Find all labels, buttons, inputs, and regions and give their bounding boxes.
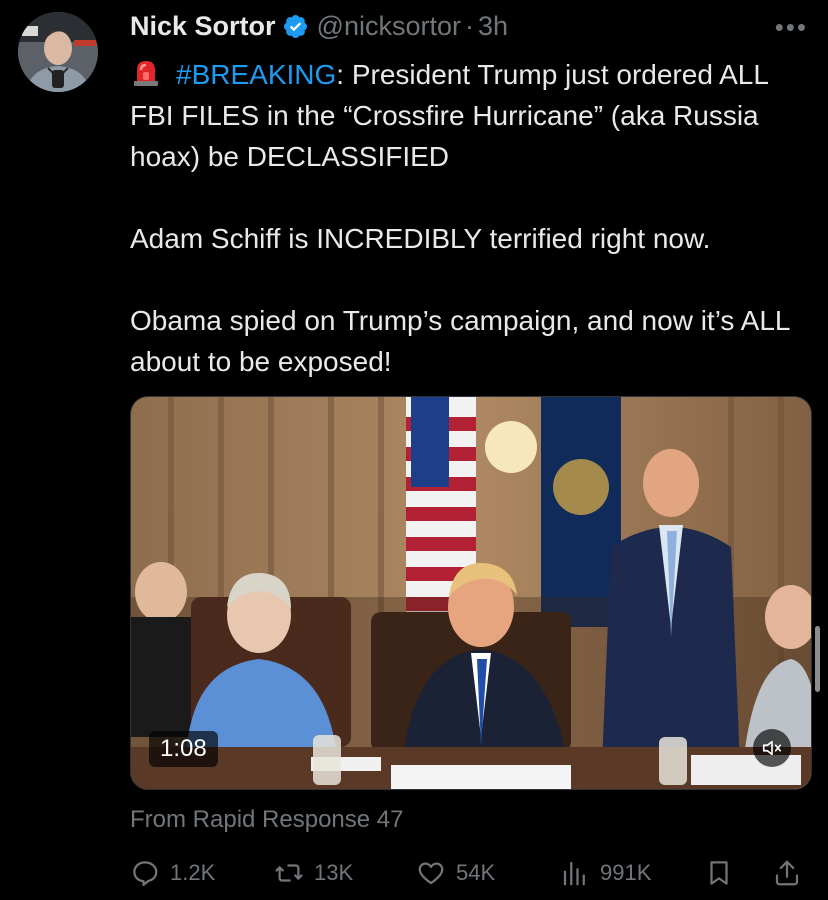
hashtag-breaking[interactable]: #BREAKING (176, 59, 336, 90)
more-options-icon[interactable]: ••• (775, 12, 808, 43)
repost-button[interactable]: 13K (274, 850, 353, 896)
scrollbar-thumb[interactable] (815, 626, 820, 692)
reply-count: 1.2K (170, 860, 216, 885)
video-duration: 1:08 (149, 731, 218, 767)
source-attribution[interactable]: From Rapid Response 47 (130, 806, 403, 834)
video-player[interactable]: 1:08 (130, 396, 812, 790)
share-button[interactable] (772, 850, 802, 896)
reply-button[interactable]: 1.2K (130, 850, 215, 896)
views-chart-icon (563, 861, 585, 886)
separator-dot: · (465, 10, 474, 41)
handle[interactable]: @nicksortor (317, 11, 461, 42)
tweet-paragraph-2: Adam Schiff is INCREDIBLY terrified righ… (130, 223, 711, 254)
bookmark-icon (710, 861, 728, 885)
reply-icon (133, 861, 158, 886)
tweet-text: #BREAKING: President Trump just ordered … (130, 54, 810, 423)
siren-icon (134, 61, 158, 86)
tweet: Nick Sortor @nicksortor · 3h ••• #BREAKI… (0, 0, 828, 900)
repost-count: 13K (314, 860, 354, 885)
tweet-paragraph-1: #BREAKING: President Trump just ordered … (130, 54, 810, 177)
heart-icon (418, 862, 444, 885)
view-count: 991K (600, 860, 652, 885)
speaker-muted-glyph (762, 740, 782, 756)
action-bar: 1.2K 13K 54K 991K (130, 850, 810, 896)
avatar-image (18, 12, 98, 92)
volume-muted-icon[interactable] (753, 729, 791, 767)
video-thumbnail (131, 397, 811, 789)
tweet-paragraph-3: Obama spied on Trump’s campaign, and now… (130, 305, 790, 377)
timestamp[interactable]: 3h (478, 11, 508, 42)
bookmark-button[interactable] (704, 850, 734, 896)
verified-badge-icon (283, 14, 307, 38)
repost-icon (275, 864, 303, 882)
like-button[interactable]: 54K (416, 850, 495, 896)
views-button[interactable]: 991K (560, 850, 651, 896)
like-count: 54K (456, 860, 496, 885)
tweet-header: Nick Sortor @nicksortor · 3h ••• (130, 6, 808, 46)
display-name[interactable]: Nick Sortor (130, 11, 276, 42)
share-icon (775, 860, 799, 886)
avatar[interactable] (18, 12, 98, 92)
